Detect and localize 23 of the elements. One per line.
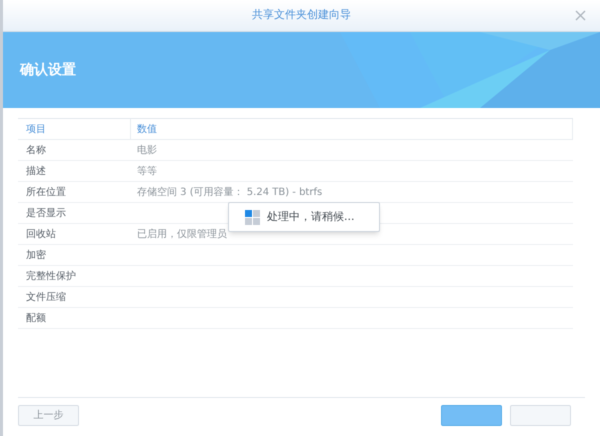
table-cell-text: 是否显示	[25, 206, 67, 220]
banner-title: 确认设置	[20, 60, 76, 80]
table-cell-text: 回收站	[25, 228, 57, 242]
back-button[interactable]: 上一步	[18, 405, 79, 426]
column-header: 数值	[131, 119, 573, 139]
table-cell-text: 存储空间 3 (可用容量： 5.24 TB) - btrfs	[136, 186, 322, 200]
table-cell-text: 文件压缩	[25, 290, 67, 304]
table-cell-text: 描述	[25, 164, 47, 178]
loading-icon	[245, 210, 260, 224]
column-header: 项目	[18, 119, 131, 139]
secondary-button[interactable]	[510, 405, 571, 426]
primary-button[interactable]	[441, 405, 502, 426]
table-cell-text: 电影	[136, 144, 157, 158]
table-cell-text: 已启用，仅限管理员	[136, 228, 227, 242]
table-cell-text: 完整性保护	[25, 270, 77, 284]
table-cell-text: 名称	[25, 144, 47, 158]
table-cell-text: 加密	[25, 248, 47, 262]
table-cell-text: 配额	[25, 312, 47, 326]
table-cell-text: 等等	[136, 164, 157, 178]
window-title: 共享文件夹创建向导	[252, 7, 351, 24]
close-icon[interactable]	[575, 10, 586, 21]
loading-text: 处理中，请稍候...	[267, 208, 354, 225]
table-cell-text: 所在位置	[25, 186, 67, 200]
